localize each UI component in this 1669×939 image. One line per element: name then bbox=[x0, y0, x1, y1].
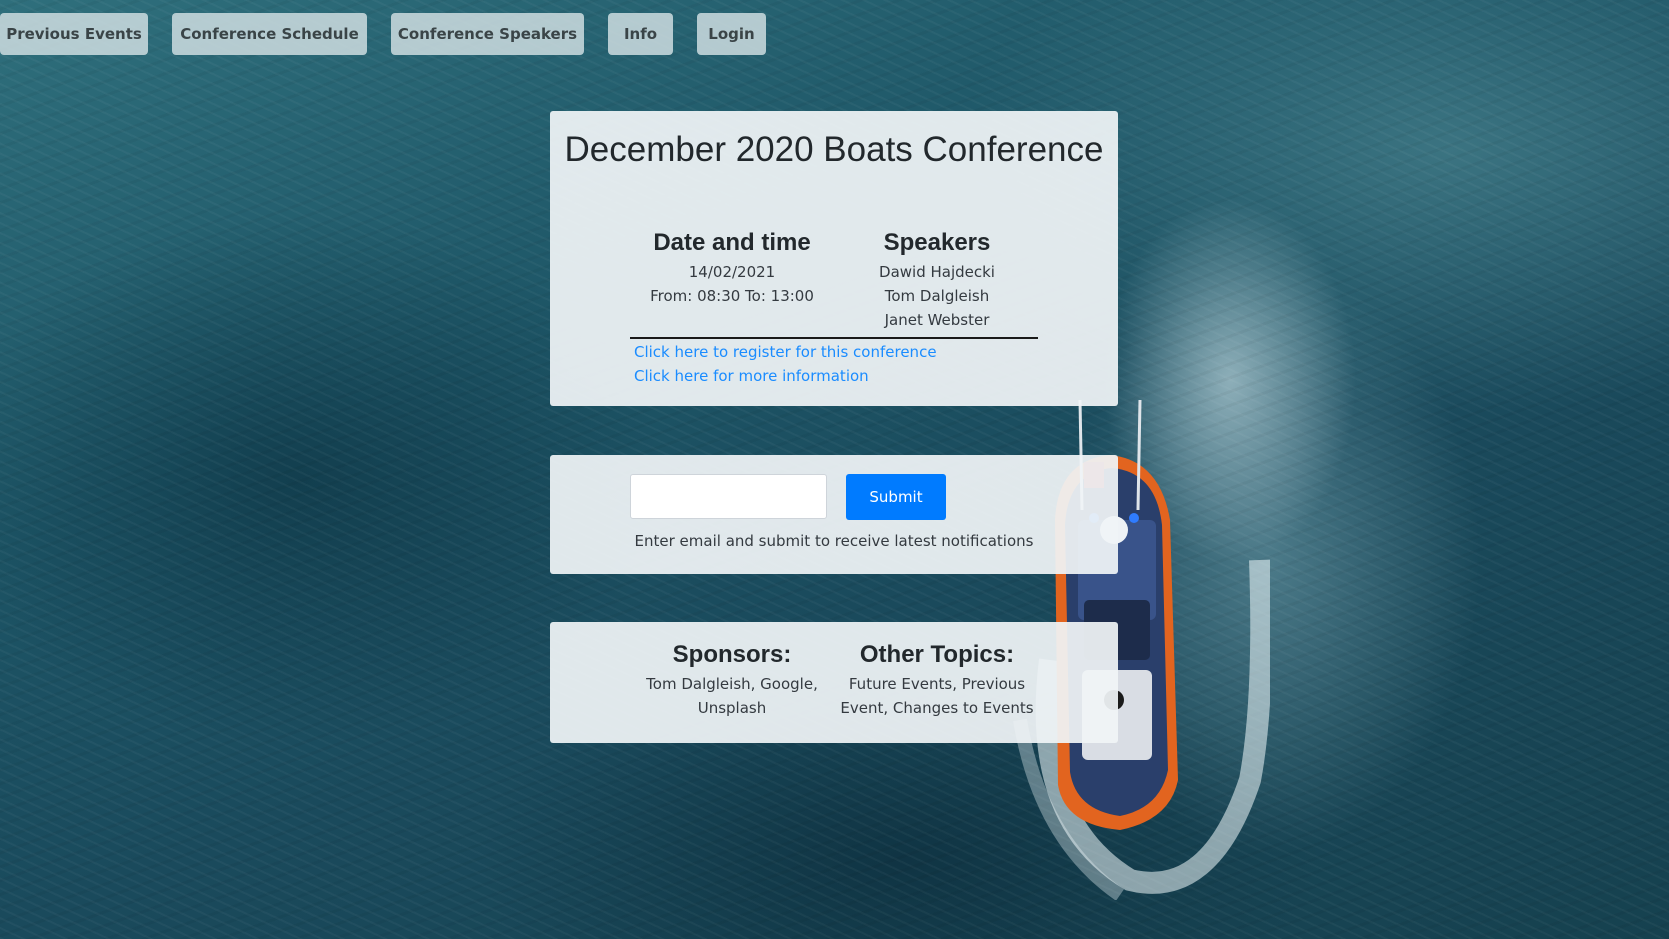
sponsors-heading: Sponsors: bbox=[672, 641, 792, 668]
sponsors-line: Unsplash bbox=[697, 699, 767, 717]
event-title: December 2020 Boats Conference bbox=[564, 130, 1104, 169]
topics-column: Other Topics: Future Events, Previous Ev… bbox=[827, 640, 1047, 720]
subscribe-helper-text: Enter email and submit to receive latest… bbox=[634, 532, 1034, 550]
sponsors-column: Sponsors: Tom Dalgleish, Google, Unsplas… bbox=[622, 640, 842, 720]
email-input[interactable] bbox=[630, 474, 827, 519]
nav-conference-speakers[interactable]: Conference Speakers bbox=[391, 13, 584, 55]
date-time-heading: Date and time bbox=[653, 229, 811, 256]
topics-line: Future Events, Previous bbox=[848, 675, 1026, 693]
nav-conference-schedule[interactable]: Conference Schedule bbox=[172, 13, 367, 55]
speaker-item: Janet Webster bbox=[884, 311, 990, 329]
nav-login[interactable]: Login bbox=[697, 13, 766, 55]
register-link[interactable]: Click here to register for this conferen… bbox=[634, 342, 937, 362]
info-card: Sponsors: Tom Dalgleish, Google, Unsplas… bbox=[550, 622, 1118, 743]
nav-info[interactable]: Info bbox=[608, 13, 673, 55]
speaker-item: Tom Dalgleish bbox=[884, 287, 990, 305]
submit-button[interactable]: Submit bbox=[846, 474, 946, 520]
topics-heading: Other Topics: bbox=[859, 641, 1015, 668]
speakers-column: Speakers Dawid Hajdecki Tom Dalgleish Ja… bbox=[827, 228, 1047, 332]
event-time: From: 08:30 To: 13:00 bbox=[650, 287, 814, 305]
event-date: 14/02/2021 bbox=[688, 263, 776, 281]
sponsors-line: Tom Dalgleish, Google, bbox=[646, 675, 818, 693]
date-time-column: Date and time 14/02/2021 From: 08:30 To:… bbox=[622, 228, 842, 308]
subscribe-card: Submit Enter email and submit to receive… bbox=[550, 455, 1118, 574]
event-card: December 2020 Boats Conference Date and … bbox=[550, 111, 1118, 406]
nav-previous-events[interactable]: Previous Events bbox=[0, 13, 148, 55]
speakers-heading: Speakers bbox=[883, 229, 991, 256]
speaker-item: Dawid Hajdecki bbox=[879, 263, 995, 281]
more-info-link[interactable]: Click here for more information bbox=[634, 366, 869, 386]
divider bbox=[630, 337, 1038, 339]
topics-line: Event, Changes to Events bbox=[840, 699, 1034, 717]
